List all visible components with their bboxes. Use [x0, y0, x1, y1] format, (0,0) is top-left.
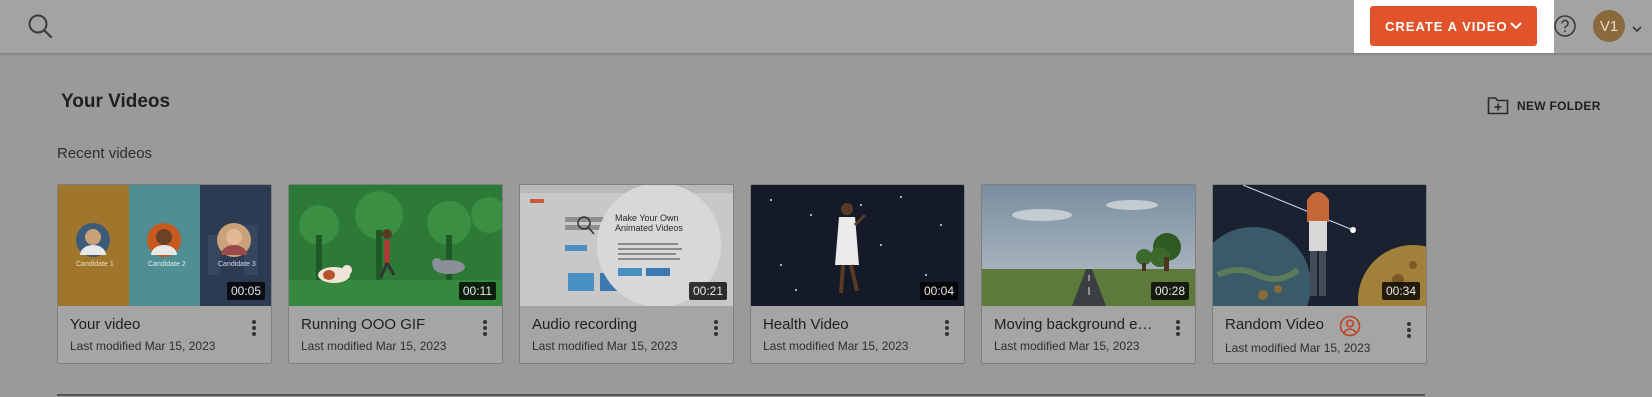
video-title[interactable]: Your video: [70, 316, 235, 333]
avatar[interactable]: V1: [1593, 10, 1625, 42]
video-last-modified: Last modified Mar 15, 2023: [70, 339, 216, 353]
account-chevron-down-icon[interactable]: [1631, 22, 1643, 40]
video-duration: 00:04: [919, 282, 958, 300]
more-options-icon[interactable]: [942, 319, 952, 337]
thumb-label: Candidate 3: [218, 261, 256, 268]
new-folder-button[interactable]: NEW FOLDER: [1487, 94, 1601, 118]
video-thumbnail: 00:34: [1213, 185, 1426, 306]
video-last-modified: Last modified Mar 15, 2023: [532, 339, 678, 353]
help-icon[interactable]: [1553, 14, 1577, 38]
thumb-label: Candidate 1: [76, 261, 114, 268]
video-card[interactable]: Make Your Own Animated Videos 00:21 Audi…: [519, 184, 734, 364]
more-options-icon[interactable]: [1173, 319, 1183, 337]
video-title[interactable]: Random Video: [1225, 316, 1335, 333]
video-last-modified: Last modified Mar 15, 2023: [994, 339, 1140, 353]
new-folder-label: NEW FOLDER: [1517, 99, 1601, 113]
more-options-icon[interactable]: [1404, 321, 1414, 339]
folder-plus-icon: [1487, 95, 1509, 118]
video-card[interactable]: 00:11 Running OOO GIF Last modified Mar …: [288, 184, 503, 364]
video-card[interactable]: Candidate 1 Candidate 2 Candidate 3 00:0…: [57, 184, 272, 364]
video-title[interactable]: Health Video: [763, 316, 928, 333]
video-card[interactable]: 00:34 Random Video Last modified Mar 15,…: [1212, 184, 1427, 364]
video-duration: 00:21: [688, 282, 727, 300]
video-thumbnail: Make Your Own Animated Videos 00:21: [520, 185, 733, 306]
recent-videos-heading: Recent videos: [57, 145, 153, 162]
video-last-modified: Last modified Mar 15, 2023: [1225, 341, 1371, 355]
chevron-down-icon: [1509, 19, 1523, 36]
more-options-icon[interactable]: [711, 319, 721, 337]
section-divider: [57, 394, 1425, 396]
video-duration: 00:11: [458, 282, 496, 300]
create-video-button[interactable]: CREATE A VIDEO: [1370, 6, 1537, 46]
video-duration: 00:05: [226, 282, 265, 300]
video-card[interactable]: 00:04 Health Video Last modified Mar 15,…: [750, 184, 965, 364]
video-thumbnail: 00:28: [982, 185, 1195, 306]
video-title[interactable]: Moving background exa...: [994, 316, 1159, 333]
video-title[interactable]: Audio recording: [532, 316, 697, 333]
page-title: Your Videos: [61, 91, 171, 112]
more-options-icon[interactable]: [249, 319, 259, 337]
search-icon[interactable]: [26, 12, 54, 40]
top-bar: CREATE A VIDEO V1: [0, 0, 1652, 53]
more-options-icon[interactable]: [480, 319, 490, 337]
thumb-heading: Make Your Own Animated Videos: [615, 213, 683, 233]
video-last-modified: Last modified Mar 15, 2023: [763, 339, 909, 353]
video-card[interactable]: 00:28 Moving background exa... Last modi…: [981, 184, 1196, 364]
video-thumbnail: Candidate 1 Candidate 2 Candidate 3 00:0…: [58, 185, 271, 306]
avatar-initials: V1: [1599, 17, 1619, 35]
thumb-label: Candidate 2: [148, 261, 186, 268]
create-video-label: CREATE A VIDEO: [1385, 18, 1508, 34]
video-last-modified: Last modified Mar 15, 2023: [301, 339, 447, 353]
video-title[interactable]: Running OOO GIF: [301, 316, 466, 333]
video-duration: 00:28: [1150, 282, 1189, 300]
video-duration: 00:34: [1381, 282, 1420, 300]
video-thumbnail: 00:11: [289, 185, 502, 306]
video-thumbnail: 00:04: [751, 185, 964, 306]
user-circle-icon: [1339, 315, 1361, 337]
